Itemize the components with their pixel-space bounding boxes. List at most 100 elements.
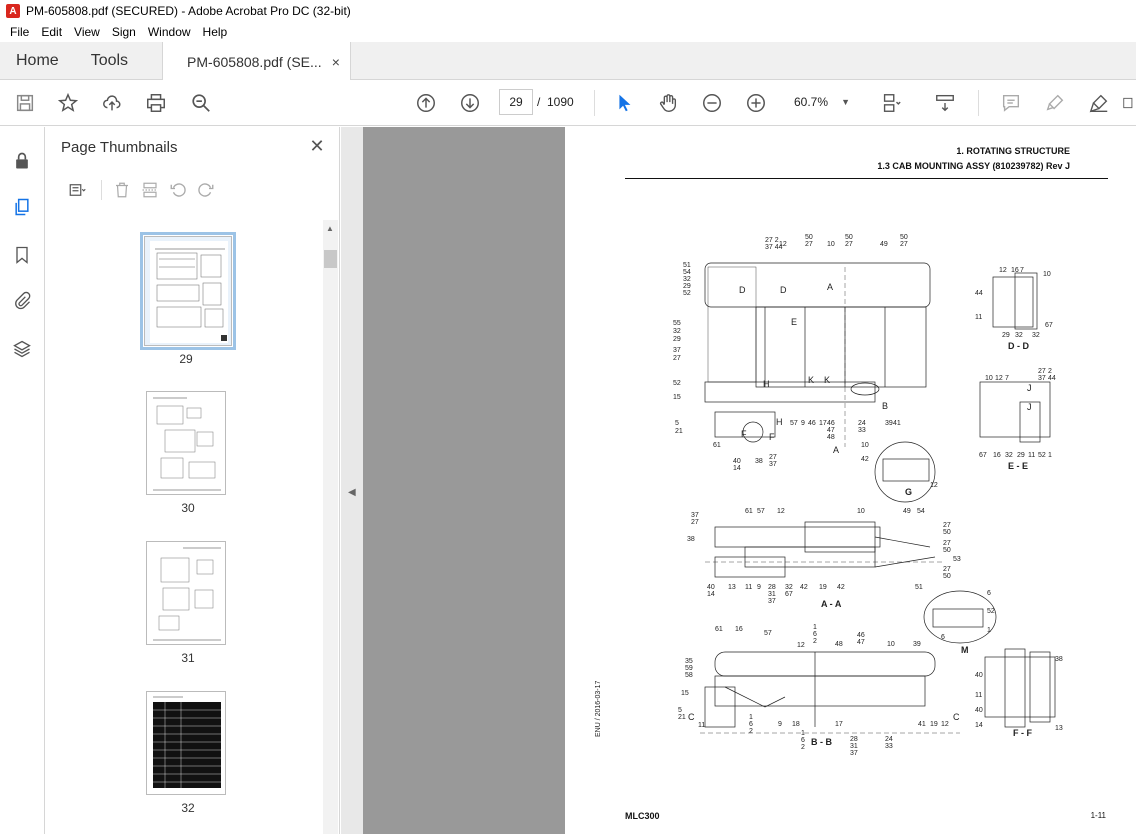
page-up-icon[interactable] [411,88,441,118]
svg-text:33: 33 [858,427,866,434]
select-cursor-icon[interactable] [609,88,639,118]
thumbnail-image [140,232,236,350]
svg-text:10: 10 [827,241,835,248]
thumbnail-page-number: 31 [181,651,195,665]
svg-text:35: 35 [685,658,693,665]
svg-text:1: 1 [813,624,817,631]
menu-edit[interactable]: Edit [35,25,68,39]
svg-text:27 2: 27 2 [765,237,779,244]
svg-text:38: 38 [1055,656,1063,663]
svg-text:67: 67 [1045,322,1053,329]
menu-sign[interactable]: Sign [106,25,142,39]
svg-text:41: 41 [918,721,926,728]
document-viewport[interactable]: 1. ROTATING STRUCTURE 1.3 CAB MOUNTING A… [363,127,1136,834]
tab-home[interactable]: Home [0,42,75,80]
svg-text:40: 40 [733,458,741,465]
thumbnail-page-32[interactable]: 32 [146,691,230,815]
tab-bar: Home Tools PM-605808.pdf (SE... × [0,42,1136,81]
svg-text:27: 27 [943,522,951,529]
toolbar-divider [978,90,979,116]
window-title: PM-605808.pdf (SECURED) - Adobe Acrobat … [26,4,351,18]
svg-text:28: 28 [850,736,858,743]
thumbnail-options-icon[interactable] [59,177,95,203]
svg-text:27: 27 [943,540,951,547]
menu-window[interactable]: Window [142,25,197,39]
svg-text:7: 7 [1020,267,1024,274]
svg-text:29: 29 [683,283,691,290]
svg-text:12: 12 [797,642,805,649]
print-icon[interactable] [141,88,171,118]
svg-text:14: 14 [975,722,983,729]
scroll-up-icon[interactable]: ▲ [326,224,334,233]
bookmark-icon[interactable] [9,242,35,268]
thumbnail-page-31[interactable]: 31 [146,541,230,665]
zoom-out-icon[interactable] [697,88,727,118]
lock-icon[interactable] [9,148,35,174]
rotate-right-icon[interactable] [192,177,220,203]
toolbar-divider [594,90,595,116]
svg-text:61: 61 [745,508,753,515]
menu-file[interactable]: File [4,25,35,39]
sign-icon[interactable] [1084,88,1114,118]
comment-icon[interactable] [996,88,1026,118]
page-number-input[interactable]: 29 [499,89,533,115]
svg-text:F: F [769,432,775,442]
close-icon[interactable]: ✕ [307,136,327,156]
attachment-icon[interactable] [9,288,35,314]
tab-document[interactable]: PM-605808.pdf (SE... × [162,42,351,81]
thumbnail-page-29[interactable]: 29 [140,232,236,366]
svg-text:50: 50 [805,234,813,241]
svg-text:J: J [1027,383,1032,393]
delete-page-icon[interactable] [108,177,136,203]
save-icon[interactable] [10,88,40,118]
layers-icon[interactable] [9,336,35,362]
svg-text:11: 11 [1028,452,1035,459]
more-tools-icon[interactable] [1122,88,1136,118]
highlight-icon[interactable] [1040,88,1070,118]
zoom-in-icon[interactable] [741,88,771,118]
svg-text:51: 51 [915,584,923,591]
svg-text:44: 44 [975,290,983,297]
hand-tool-icon[interactable] [653,88,683,118]
thumbnail-page-30[interactable]: 30 [146,391,230,515]
chevron-down-icon: ▼ [841,97,850,107]
svg-text:24: 24 [885,736,893,743]
page-thumbnails-icon[interactable] [9,194,35,220]
svg-text:9: 9 [778,721,782,728]
svg-text:37: 37 [673,347,681,354]
svg-text:40: 40 [707,584,715,591]
scroll-mode-icon[interactable] [930,88,960,118]
scrollbar-thumb[interactable] [324,250,337,268]
svg-text:J: J [1027,402,1032,412]
collapse-panel-icon[interactable]: ◀ [348,487,356,498]
panel-splitter[interactable]: ◀ [341,127,363,834]
rotate-left-icon[interactable] [164,177,192,203]
fit-page-icon[interactable] [876,88,906,118]
svg-text:K: K [824,375,830,385]
svg-text:10: 10 [857,508,865,515]
svg-text:10: 10 [985,375,993,382]
menu-help[interactable]: Help [197,25,234,39]
tab-document-label: PM-605808.pdf (SE... [187,53,322,70]
svg-text:12: 12 [777,508,785,515]
svg-text:5: 5 [678,707,682,714]
svg-text:11: 11 [698,722,705,729]
view-label-bb: B - B [811,737,832,747]
svg-text:46: 46 [827,420,835,427]
svg-text:50: 50 [943,573,951,580]
page-down-icon[interactable] [455,88,485,118]
panel-scrollbar[interactable]: ▲ [323,220,338,834]
tab-close-icon[interactable]: × [332,54,340,70]
find-zoom-icon[interactable] [186,88,216,118]
bookmark-star-icon[interactable] [53,88,83,118]
svg-text:50: 50 [900,234,908,241]
menu-view[interactable]: View [68,25,106,39]
svg-text:50: 50 [943,529,951,536]
upload-icon[interactable] [97,88,127,118]
tab-tools[interactable]: Tools [75,42,144,80]
extract-page-icon[interactable] [136,177,164,203]
svg-text:6: 6 [801,737,805,744]
zoom-select[interactable]: 60.7% ▼ [784,89,856,115]
svg-text:1: 1 [749,714,753,721]
thumbnail-page-number: 29 [179,352,193,366]
